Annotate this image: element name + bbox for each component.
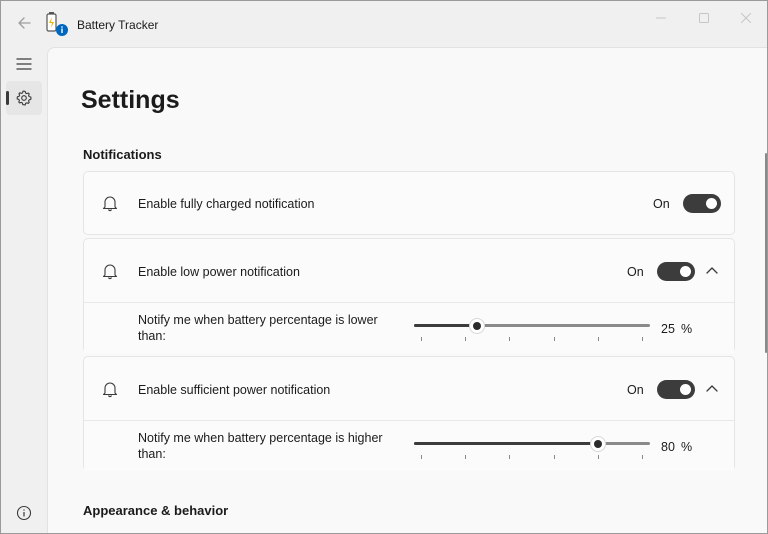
toggle-knob: [680, 266, 691, 277]
chevron-up-icon[interactable]: [704, 381, 720, 397]
low-power-label: Enable low power notification: [138, 265, 300, 279]
card-sufficient-power: Enable sufficient power notification On …: [83, 356, 735, 471]
slider-tick: [553, 337, 555, 341]
sufficient-power-label: Enable sufficient power notification: [138, 383, 331, 397]
title-bar: Battery Tracker: [1, 1, 767, 47]
app-window: Battery Tracker Settings Notifications E…: [0, 0, 768, 534]
toggle-knob: [680, 384, 691, 395]
sufficient-power-threshold-label: Notify me when battery percentage is hig…: [138, 431, 383, 461]
sufficient-power-unit: %: [681, 440, 693, 454]
slider-thumb[interactable]: [469, 318, 485, 334]
card-fully-charged: Enable fully charged notification On: [83, 171, 735, 235]
chevron-up-icon[interactable]: [704, 263, 720, 279]
page-title: Settings: [81, 86, 180, 114]
bell-icon: [102, 196, 118, 212]
section-title-appearance: Appearance & behavior: [83, 503, 229, 518]
low-power-state: On: [627, 265, 644, 279]
menu-button[interactable]: [6, 47, 42, 81]
sufficient-power-slider[interactable]: [414, 435, 650, 465]
slider-tick: [641, 455, 643, 459]
slider-thumb[interactable]: [590, 436, 606, 452]
settings-page: Settings Notifications Enable fully char…: [47, 47, 767, 533]
low-power-unit: %: [681, 322, 693, 336]
back-button[interactable]: [13, 12, 35, 34]
low-power-threshold-label: Notify me when battery percentage is low…: [138, 313, 378, 343]
slider-ticks: [421, 455, 643, 459]
sufficient-power-threshold-row: Notify me when battery percentage is hig…: [84, 421, 734, 471]
slider-fill: [414, 324, 477, 327]
low-power-value: 25: [661, 322, 675, 336]
minimize-icon: [656, 17, 666, 19]
section-title-notifications: Notifications: [83, 147, 162, 162]
slider-tick: [421, 455, 422, 459]
selection-indicator: [6, 91, 9, 105]
close-button[interactable]: [731, 9, 761, 27]
card-low-power: Enable low power notification On Notify …: [83, 238, 735, 353]
toggle-knob: [706, 198, 717, 209]
slider-tick: [553, 455, 555, 459]
slider-tick: [509, 455, 511, 459]
maximize-button[interactable]: [689, 9, 719, 27]
low-power-slider[interactable]: [414, 317, 650, 347]
sufficient-power-state: On: [627, 383, 644, 397]
back-arrow-icon: [18, 17, 31, 29]
slider-fill: [414, 442, 598, 445]
slider-tick: [421, 337, 422, 341]
slider-tick: [465, 455, 467, 459]
slider-tick: [597, 337, 599, 341]
bell-icon: [102, 264, 118, 280]
hamburger-menu-icon: [16, 58, 32, 70]
app-title: Battery Tracker: [77, 18, 159, 32]
bell-icon: [102, 382, 118, 398]
about-button[interactable]: [14, 503, 34, 523]
sufficient-power-toggle[interactable]: [657, 380, 695, 399]
vertical-scrollbar[interactable]: [765, 153, 767, 353]
low-power-threshold-row: Notify me when battery percentage is low…: [84, 303, 734, 353]
slider-tick: [465, 337, 467, 341]
low-power-toggle[interactable]: [657, 262, 695, 281]
close-icon: [741, 13, 751, 23]
gear-icon: [16, 90, 32, 106]
fully-charged-toggle[interactable]: [683, 194, 721, 213]
sufficient-power-value: 80: [661, 440, 675, 454]
info-icon: [16, 505, 32, 521]
fully-charged-label: Enable fully charged notification: [138, 197, 315, 211]
slider-tick: [641, 337, 643, 341]
slider-tick: [597, 455, 599, 459]
fully-charged-state: On: [653, 197, 670, 211]
slider-ticks: [421, 337, 643, 341]
minimize-button[interactable]: [646, 9, 676, 27]
battery-info-icon: [45, 11, 69, 37]
nav-sidebar: [1, 47, 47, 533]
maximize-icon: [699, 13, 709, 23]
sidebar-item-settings[interactable]: [6, 81, 42, 115]
slider-tick: [509, 337, 511, 341]
